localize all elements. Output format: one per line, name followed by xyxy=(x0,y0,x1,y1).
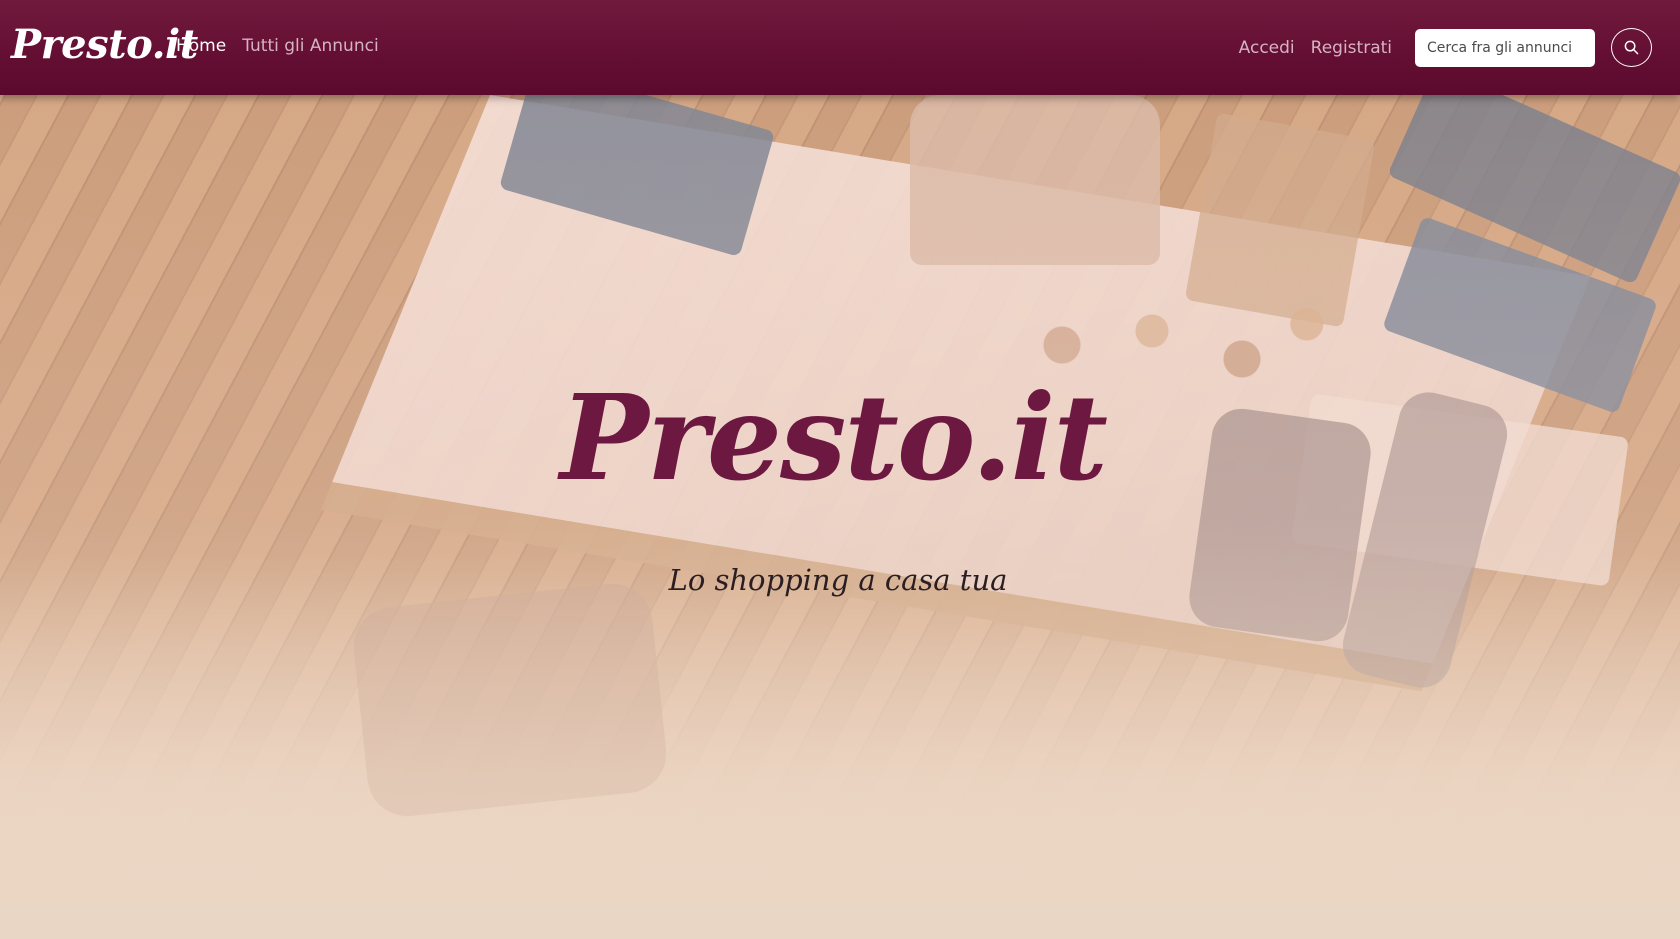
search-button[interactable] xyxy=(1611,28,1652,67)
hero-overlay xyxy=(0,95,1680,939)
navbar: Presto.it Home Tutti gli Annunci Accedi … xyxy=(0,0,1680,95)
hero-subtitle: Lo shopping a casa tua xyxy=(668,563,1008,597)
nav-link-home[interactable]: Home xyxy=(176,34,226,58)
login-link[interactable]: Accedi xyxy=(1239,36,1295,60)
nav-right: Accedi Registrati xyxy=(1239,28,1652,67)
register-link[interactable]: Registrati xyxy=(1311,36,1392,60)
search-input[interactable] xyxy=(1415,28,1595,67)
auth-links: Accedi Registrati xyxy=(1239,36,1392,60)
nav-link-all-ads[interactable]: Tutti gli Annunci xyxy=(242,34,378,58)
hero-banner: Presto.it Lo shopping a casa tua xyxy=(0,95,1680,939)
search-icon xyxy=(1624,40,1639,55)
nav-links: Home Tutti gli Annunci xyxy=(176,34,379,58)
hero-title: Presto.it xyxy=(560,368,1108,507)
brand-logo[interactable]: Presto.it xyxy=(11,18,198,72)
